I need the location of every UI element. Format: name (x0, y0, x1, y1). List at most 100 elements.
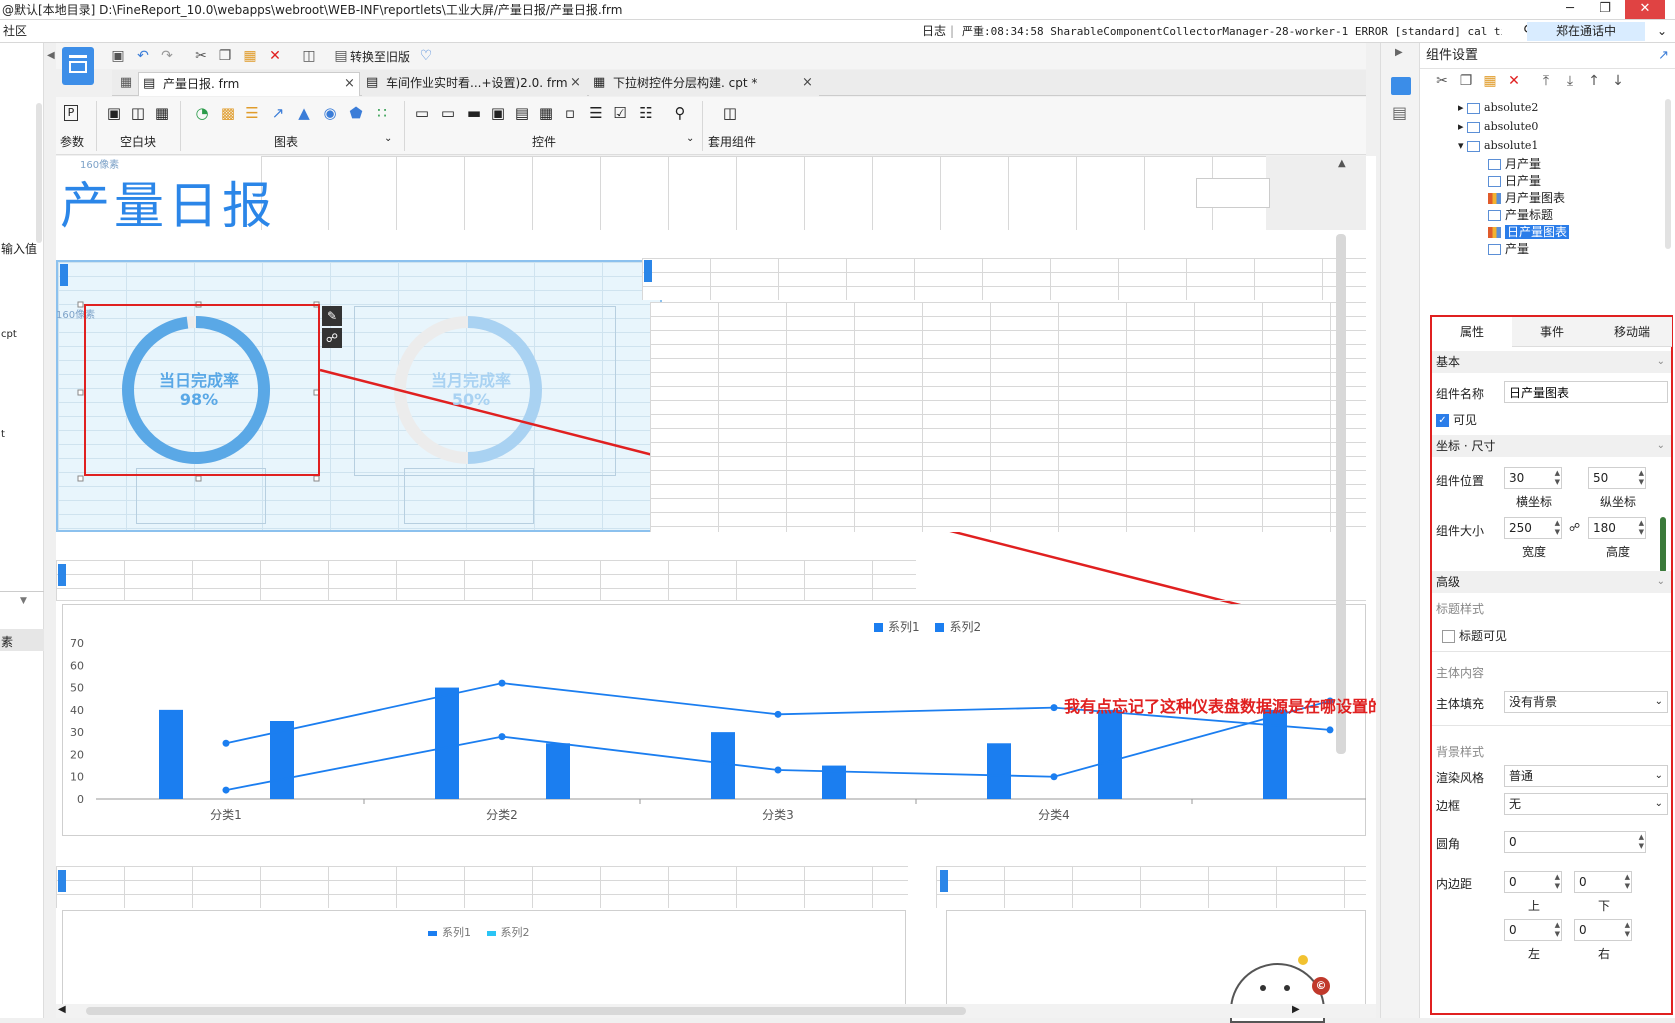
edit-icon[interactable]: ✎ (322, 306, 342, 326)
report-block-header[interactable] (642, 258, 1366, 300)
password-icon[interactable]: ▬ (464, 103, 484, 123)
section-advanced[interactable]: 高级 ⌄ (1432, 571, 1671, 593)
combo-chart[interactable]: 0 10 20 30 40 50 60 70 分类1 分类2 分类3 分类4 (56, 596, 1366, 841)
collapse-left-icon[interactable]: ◀ (47, 50, 55, 61)
tree-item-daily-output[interactable]: 日产量 (1488, 172, 1541, 190)
report-block-table[interactable] (650, 302, 1366, 532)
bar-chart-icon[interactable]: ▩ (218, 103, 238, 123)
padding-bottom-input[interactable]: 0 ▲ ▼ (1574, 871, 1632, 893)
tree-item-output-title[interactable]: 产量标题 (1488, 206, 1553, 224)
chevron-down-icon[interactable]: ⌄ (1655, 766, 1663, 786)
tab-events[interactable]: 事件 (1512, 317, 1592, 347)
move-bottom-icon[interactable]: ⤓ (1560, 71, 1580, 91)
cut-icon[interactable]: ✂ (191, 46, 211, 66)
cut-icon[interactable]: ✂ (1432, 71, 1452, 91)
tab-attributes[interactable]: 属性 (1432, 317, 1512, 347)
border-select[interactable]: 无 ⌄ (1504, 793, 1668, 815)
bottom-block-left[interactable] (56, 866, 908, 908)
padding-top-input[interactable]: 0 ▲ ▼ (1504, 871, 1562, 893)
close-tab-icon[interactable]: × (802, 72, 813, 94)
close-tab-icon[interactable]: × (344, 73, 355, 95)
split-icon[interactable]: ◫ (128, 103, 148, 123)
chevron-down-icon[interactable]: ⌄ (1657, 20, 1667, 43)
scroll-left-icon[interactable]: ◀ (58, 1004, 66, 1015)
undo-icon[interactable]: ↶ (133, 46, 153, 66)
close-button[interactable]: ✕ (1625, 0, 1665, 19)
move-up-icon[interactable]: ↑ (1584, 71, 1604, 91)
layout-icon[interactable]: ▤ (1392, 103, 1407, 122)
scroll-up-icon[interactable]: ▲ (1338, 158, 1346, 169)
save-icon[interactable]: ▣ (108, 46, 128, 66)
paste-icon[interactable]: ▦ (1480, 71, 1500, 91)
move-top-icon[interactable]: ⤒ (1536, 71, 1556, 91)
component-settings-icon[interactable] (1391, 77, 1411, 95)
community-link[interactable]: 社区 (3, 20, 27, 43)
height-input[interactable]: 180 ▲ ▼ (1588, 517, 1646, 539)
pos-x-input[interactable]: 30 ▲ ▼ (1504, 467, 1562, 489)
label-widget-icon[interactable]: ▫ (560, 103, 580, 123)
radar-chart-icon[interactable]: ⬟ (346, 103, 366, 123)
chevron-down-icon[interactable]: ⌄ (1655, 692, 1663, 712)
template-widget-label[interactable]: 套用组件 (708, 133, 756, 150)
param-icon[interactable]: P (64, 105, 78, 121)
line-chart-icon[interactable]: ↗ (268, 103, 288, 123)
grid-icon[interactable]: ▦ (116, 73, 136, 93)
redo-icon[interactable]: ↷ (157, 46, 177, 66)
expander-icon[interactable]: ▸ (1458, 120, 1464, 133)
tree-item-monthly-output[interactable]: 月产量 (1488, 155, 1541, 173)
component-name-input[interactable] (1504, 381, 1668, 403)
tree-item-absolute0[interactable]: ▸ absolute0 (1458, 118, 1538, 136)
canvas-hscroll[interactable]: ◀ ▶ (56, 1004, 1376, 1018)
tab-workshop[interactable]: ▤ 车间作业实时看...+设置)2.0. frm × (362, 72, 587, 96)
body-fill-select[interactable]: 没有背景 ⌄ (1504, 691, 1668, 713)
template-widget-icon[interactable]: ◫ (720, 103, 740, 123)
maximize-button[interactable]: ❐ (1590, 0, 1620, 19)
tree-item-output[interactable]: 产量 (1488, 240, 1529, 258)
chevron-down-icon[interactable]: ⌄ (1655, 794, 1663, 814)
props-scrollbar[interactable] (1660, 517, 1666, 573)
call-status-button[interactable]: 郑在通话中 (1527, 22, 1645, 41)
delete-icon[interactable]: ✕ (265, 46, 285, 66)
bottom-block-right[interactable] (936, 866, 1366, 908)
checkbox-unchecked-icon[interactable] (1442, 630, 1455, 643)
lock-ratio-icon[interactable]: ☍ (1569, 521, 1580, 534)
chart-block-header[interactable] (56, 560, 916, 600)
delete-icon[interactable]: ✕ (1504, 71, 1524, 91)
radius-input[interactable]: 0 ▲ ▼ (1504, 831, 1646, 853)
hbar-chart-icon[interactable]: ☰ (242, 103, 262, 123)
combo-icon[interactable]: ▣ (488, 103, 508, 123)
collapse-right-icon[interactable]: ▶ (1395, 47, 1403, 58)
tree-item-absolute2[interactable]: ▸ absolute2 (1458, 99, 1538, 117)
width-input[interactable]: 250 ▲ ▼ (1504, 517, 1562, 539)
visible-checkbox[interactable]: ✓ 可见 (1436, 411, 1477, 428)
minimize-button[interactable]: ─ (1555, 0, 1585, 19)
search-widget-icon[interactable]: ⚲ (670, 103, 690, 123)
left-scrollbar[interactable] (36, 103, 42, 243)
expand-icon[interactable]: ↗ (1658, 43, 1669, 69)
textbox-icon[interactable]: ▭ (412, 103, 432, 123)
tree-item-monthly-chart[interactable]: 月产量图表 (1488, 189, 1565, 207)
heart-icon[interactable]: ♡ (416, 46, 436, 66)
scatter-chart-icon[interactable]: ∷ (372, 103, 392, 123)
preview-icon[interactable]: ◫ (299, 46, 319, 66)
title-visible-checkbox[interactable]: 标题可见 (1442, 627, 1507, 644)
scroll-right-icon[interactable]: ▶ (1292, 1004, 1300, 1015)
number-icon[interactable]: ▭ (438, 103, 458, 123)
tree-item-daily-chart[interactable]: 日产量图表 (1488, 223, 1570, 241)
param-label[interactable]: 参数 (60, 133, 84, 150)
area-chart-icon[interactable]: ▲ (294, 103, 314, 123)
close-tab-icon[interactable]: × (570, 72, 581, 94)
block-handle[interactable] (940, 870, 948, 892)
convert-button[interactable]: 转换至旧版 (350, 48, 410, 65)
chevron-down-icon[interactable]: ⌄ (1657, 571, 1665, 593)
blank-label[interactable]: 空白块 (120, 133, 156, 150)
tab-production-report[interactable]: ▤ 产量日报. frm × (138, 72, 360, 96)
blank-icon[interactable]: ▣ (104, 103, 124, 123)
log-label[interactable]: 日志 (922, 20, 946, 43)
copy-icon[interactable]: ❐ (1456, 71, 1476, 91)
tab-dropdown-tree[interactable]: ▦ 下拉树控件分层构建. cpt * × (589, 72, 819, 96)
checkbox-checked-icon[interactable]: ✓ (1436, 414, 1449, 427)
chevron-down-icon[interactable]: ⌄ (384, 133, 392, 144)
table-icon[interactable]: ▦ (152, 103, 172, 123)
date-icon[interactable]: ▦ (536, 103, 556, 123)
